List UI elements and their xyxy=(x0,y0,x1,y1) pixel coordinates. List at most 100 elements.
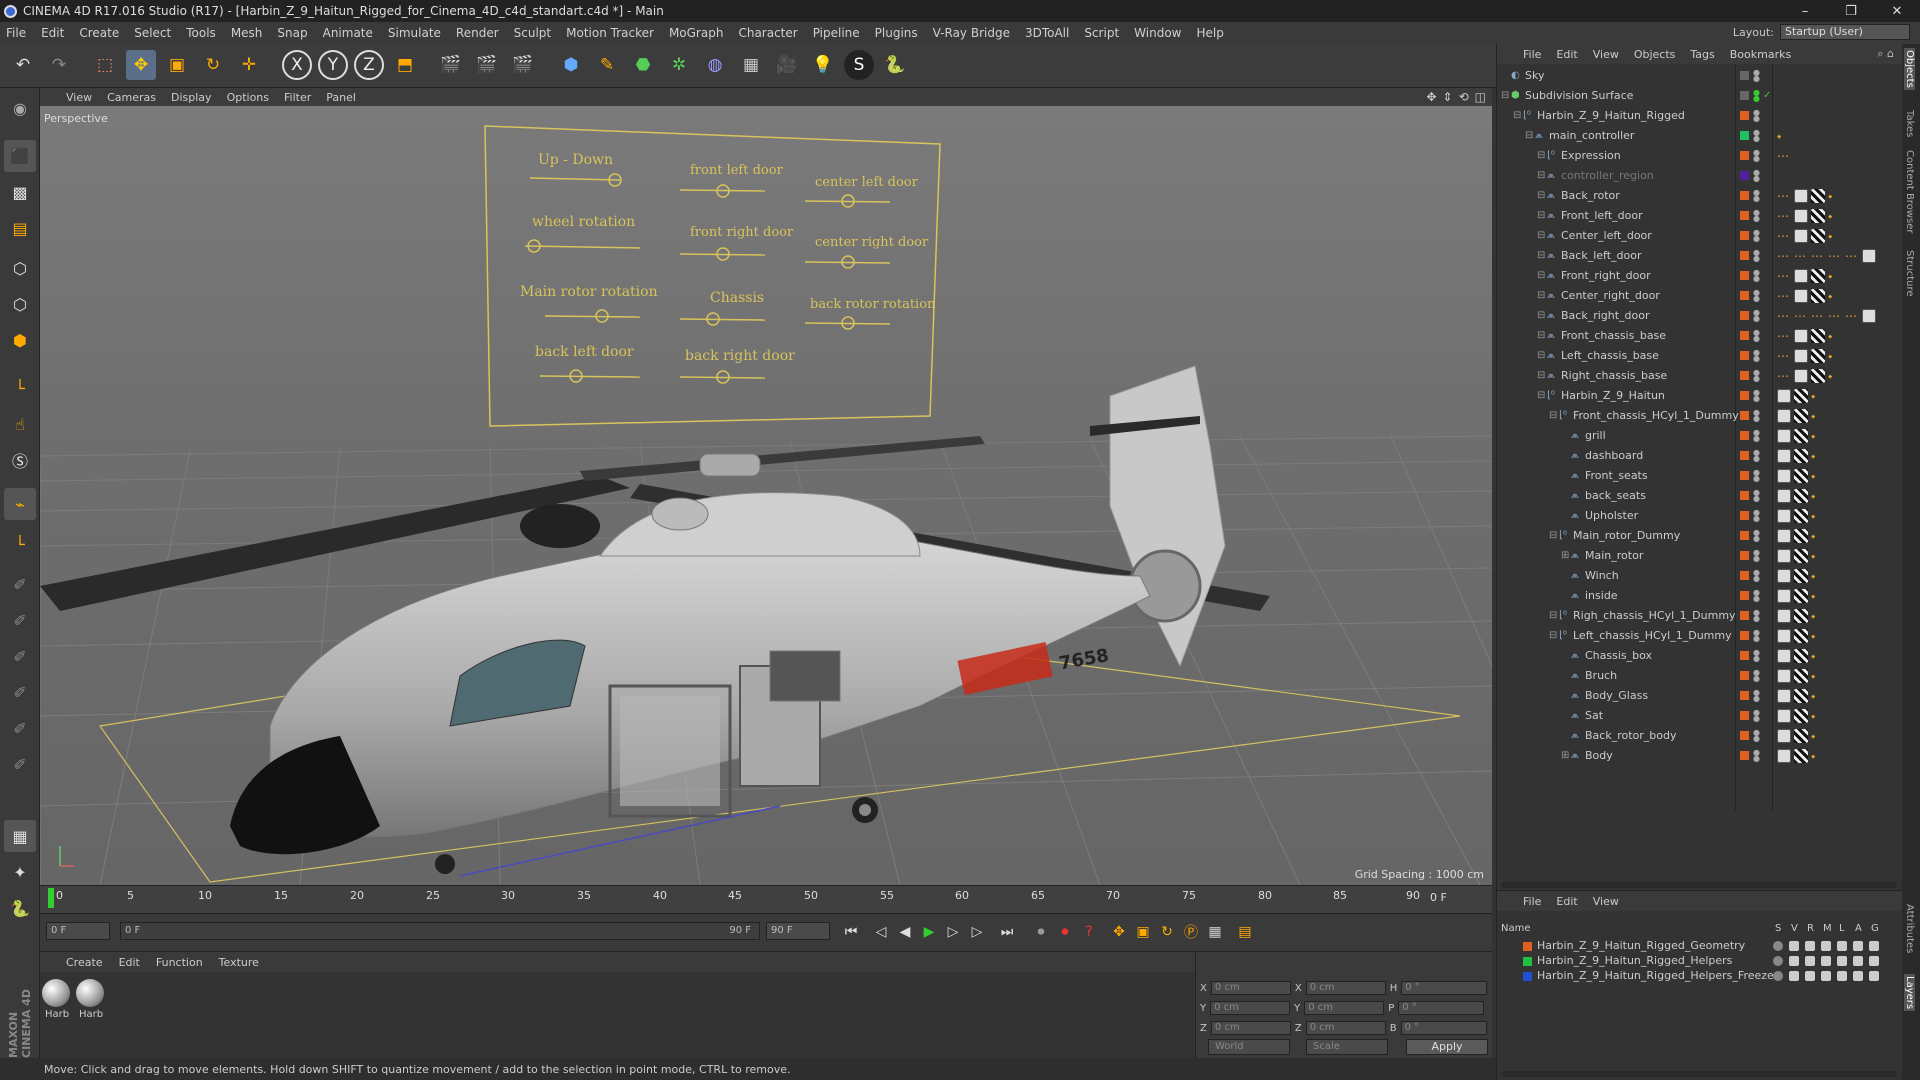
dolly-view-icon[interactable]: ⇕ xyxy=(1443,90,1453,104)
enabled-check-icon[interactable]: ✓ xyxy=(1763,90,1773,101)
object-row[interactable]: ⊟ ⌊⁰ Expression ● ● ⋯ xyxy=(1497,146,1903,166)
layer-color-swatch[interactable] xyxy=(1740,711,1749,720)
menu-help[interactable]: Help xyxy=(1196,26,1223,40)
viewport-menu-filter[interactable]: Filter xyxy=(284,91,311,104)
checker-tag-icon[interactable] xyxy=(1811,349,1825,363)
visibility-toggle-icon[interactable]: ● ● xyxy=(1753,109,1760,123)
layer-color-swatch[interactable] xyxy=(1740,611,1749,620)
layer-color-swatch[interactable] xyxy=(1740,311,1749,320)
material-menu-function[interactable]: Function xyxy=(156,956,203,969)
render-picture-viewer-icon[interactable]: 🎬 xyxy=(472,50,502,80)
checker-tag-icon[interactable] xyxy=(1794,709,1808,723)
object-row[interactable]: ⩕ Back_rotor_body ● ● ⬩ xyxy=(1497,726,1903,746)
expand-toggle-icon[interactable]: ⊟ xyxy=(1513,110,1523,121)
layer-animation-icon[interactable] xyxy=(1853,971,1863,981)
constraint-tag-icon[interactable]: ⋯ xyxy=(1828,309,1842,323)
visibility-toggle-icon[interactable]: ● ● xyxy=(1753,369,1760,383)
constraint-tag-icon[interactable]: ⋯ xyxy=(1811,309,1825,323)
layer-render-icon[interactable] xyxy=(1805,956,1815,966)
visibility-toggle-icon[interactable]: ● ● xyxy=(1753,469,1760,483)
object-row[interactable]: ⊟ ⌊⁰ Harbin_Z_9_Haitun ● ● ⬩ xyxy=(1497,386,1903,406)
constraint-tag-icon[interactable]: ⋯ xyxy=(1845,309,1859,323)
texture-tag-icon[interactable] xyxy=(1777,469,1791,483)
layer-color-swatch[interactable] xyxy=(1740,191,1749,200)
texture-tag-icon[interactable] xyxy=(1777,509,1791,523)
layer-color-swatch[interactable] xyxy=(1740,211,1749,220)
texture-tag-icon[interactable] xyxy=(1794,289,1808,303)
constraint-tag-icon[interactable]: ⋯ xyxy=(1845,249,1859,263)
menu-mograph[interactable]: MoGraph xyxy=(669,26,724,40)
constraint-tag-icon[interactable]: ⋯ xyxy=(1777,349,1791,363)
layer-horizontal-scrollbar[interactable] xyxy=(1501,1071,1897,1077)
play-icon[interactable]: ▶ xyxy=(918,921,940,943)
edges-mode-icon[interactable]: ⬡ xyxy=(4,288,36,320)
scale-dropdown[interactable]: Scale xyxy=(1306,1039,1388,1055)
checker-tag-icon[interactable] xyxy=(1794,689,1808,703)
constraint-tag-icon[interactable]: ⋯ xyxy=(1777,229,1791,243)
xpresso-tag-icon[interactable]: ⬩ xyxy=(1828,269,1842,283)
visibility-toggle-icon[interactable]: ● ● xyxy=(1753,269,1760,283)
visibility-toggle-icon[interactable]: ● ● xyxy=(1753,129,1760,143)
xpresso-tag-icon[interactable]: ⬩ xyxy=(1828,349,1842,363)
visibility-toggle-icon[interactable]: ● ● xyxy=(1753,349,1760,363)
checker-tag-icon[interactable] xyxy=(1811,329,1825,343)
layer-color-swatch[interactable] xyxy=(1740,691,1749,700)
frame-range-slider[interactable]: 0 F 90 F xyxy=(120,922,760,940)
previous-frame-icon[interactable]: ◀ xyxy=(894,921,916,943)
rotation-b-field[interactable]: 0 ° xyxy=(1400,1021,1487,1035)
toggle-layout-icon[interactable]: ◫ xyxy=(1475,90,1486,104)
layer-color-swatch[interactable] xyxy=(1740,411,1749,420)
camera-icon[interactable]: 🎥 xyxy=(772,50,802,80)
menu-window[interactable]: Window xyxy=(1134,26,1181,40)
visibility-toggle-icon[interactable]: ● ● xyxy=(1753,249,1760,263)
rotation-h-field[interactable]: 0 ° xyxy=(1401,981,1488,995)
object-row[interactable]: ⩕ Chassis_box ● ● ⬩ xyxy=(1497,646,1903,666)
loop-tool-icon[interactable]: ✐ xyxy=(4,748,36,780)
object-row[interactable]: ⊟ ⌊⁰ Left_chassis_HCyl_1_Dummy ● ● ⬩ xyxy=(1497,626,1903,646)
layer-color-swatch[interactable] xyxy=(1740,251,1749,260)
xpresso-tag-icon[interactable]: ⬩ xyxy=(1811,649,1825,663)
snap-icon[interactable]: Ⓢ xyxy=(4,444,36,476)
layer-color-swatch[interactable] xyxy=(1740,571,1749,580)
layer-color-swatch[interactable] xyxy=(1740,331,1749,340)
menu-render[interactable]: Render xyxy=(456,26,499,40)
previous-key-icon[interactable]: ◁ xyxy=(870,921,892,943)
texture-tag-icon[interactable] xyxy=(1777,549,1791,563)
texture-tag-icon[interactable] xyxy=(1794,269,1808,283)
visibility-toggle-icon[interactable]: ● ● xyxy=(1753,549,1760,563)
knife-tool-icon[interactable]: ✐ xyxy=(4,604,36,636)
visibility-toggle-icon[interactable]: ● ● xyxy=(1753,389,1760,403)
layer-row[interactable]: Harbin_Z_9_Haitun_Rigged_Helpers_Freeze xyxy=(1497,969,1903,984)
expand-toggle-icon[interactable]: ⊟ xyxy=(1537,150,1547,161)
xpresso-tag-icon[interactable]: ⬩ xyxy=(1811,669,1825,683)
xpresso-tag-icon[interactable]: ⬩ xyxy=(1828,229,1842,243)
visibility-toggle-icon[interactable]: ● ● xyxy=(1753,429,1760,443)
object-row[interactable]: ⊞ ⩕ Body ● ● ⬩ xyxy=(1497,746,1903,766)
texture-tag-icon[interactable] xyxy=(1777,529,1791,543)
material-swatch[interactable]: Harb xyxy=(76,979,106,1020)
texture-tag-icon[interactable] xyxy=(1777,649,1791,663)
expand-toggle-icon[interactable]: ⊟ xyxy=(1537,350,1547,361)
layer-view-icon[interactable] xyxy=(1789,956,1799,966)
texture-tag-icon[interactable] xyxy=(1777,589,1791,603)
size-x-field[interactable]: 0 cm xyxy=(1305,981,1386,995)
points-mode-icon[interactable]: ⬡ xyxy=(4,252,36,284)
layer-menu-view[interactable]: View xyxy=(1593,895,1619,908)
deformer-icon[interactable]: ◍ xyxy=(700,50,730,80)
start-frame-field[interactable]: 0 F xyxy=(46,922,110,940)
object-menu-bookmarks[interactable]: Bookmarks xyxy=(1730,48,1791,61)
menu-create[interactable]: Create xyxy=(79,26,119,40)
constraint-tag-icon[interactable]: ⋯ xyxy=(1777,309,1791,323)
xpresso-tag-icon[interactable]: ⬩ xyxy=(1811,609,1825,623)
make-editable-icon[interactable]: ◉ xyxy=(4,92,36,124)
constraint-tag-icon[interactable]: ⋯ xyxy=(1777,149,1791,163)
visibility-toggle-icon[interactable]: ● ● xyxy=(1753,329,1760,343)
menu-snap[interactable]: Snap xyxy=(277,26,307,40)
menu-motion-tracker[interactable]: Motion Tracker xyxy=(566,26,654,40)
layer-color-swatch[interactable] xyxy=(1740,391,1749,400)
checker-tag-icon[interactable] xyxy=(1811,369,1825,383)
xpresso-tag-icon[interactable]: ⬩ xyxy=(1828,189,1842,203)
restore-button[interactable]: ❐ xyxy=(1828,0,1874,22)
menu-tools[interactable]: Tools xyxy=(186,26,216,40)
object-row[interactable]: ⊟ ⌊⁰ Righ_chassis_HCyl_1_Dummy ● ● ⬩ xyxy=(1497,606,1903,626)
